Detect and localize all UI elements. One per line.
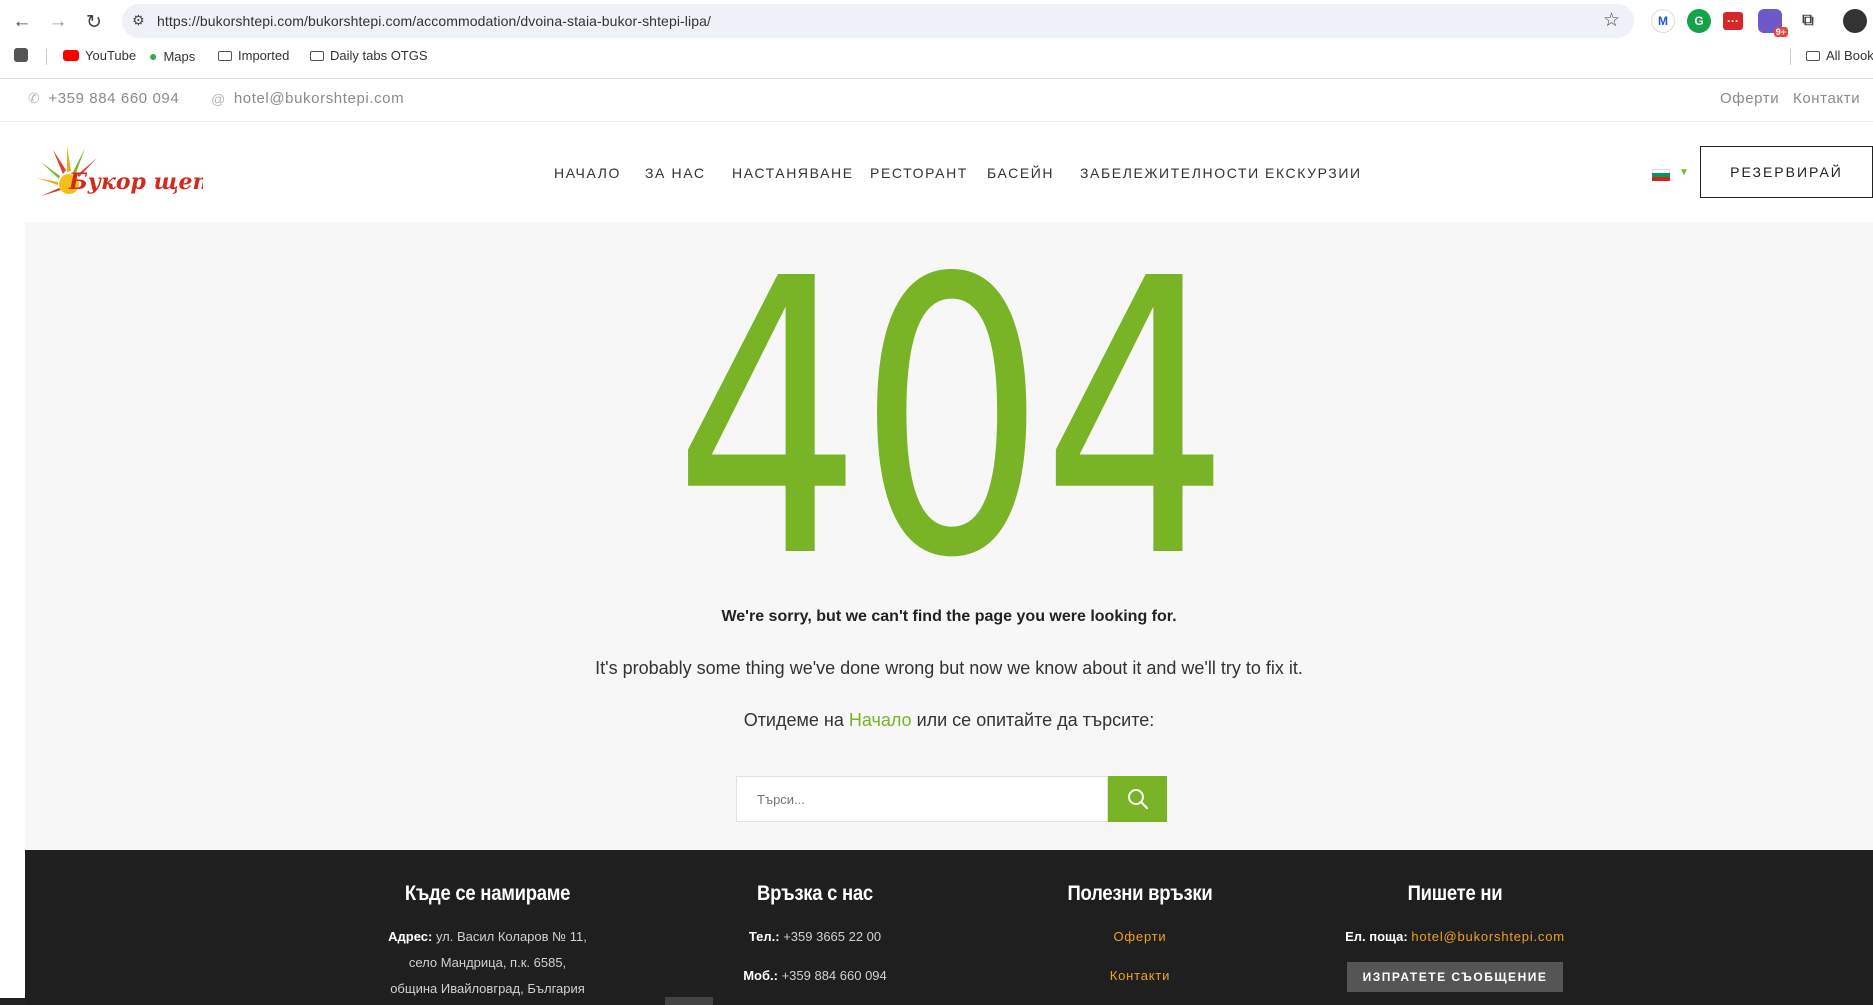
youtube-icon bbox=[63, 50, 79, 61]
extensions-puzzle-icon[interactable]: ⧉ bbox=[1796, 9, 1820, 33]
nav-item-restaurant[interactable]: РЕСТОРАНТ bbox=[870, 165, 968, 181]
footer-contact-title: Връзка с нас bbox=[757, 882, 873, 905]
bookmark-label: Daily tabs OTGS bbox=[330, 48, 428, 63]
email-text: hotel@bukorshtepi.com bbox=[233, 90, 405, 107]
address-line: община Ивайловград, България bbox=[390, 981, 585, 996]
bookmark-star-icon[interactable]: ☆ bbox=[1603, 9, 1620, 32]
explanation-message: It's probably some thing we've done wron… bbox=[595, 658, 1303, 678]
extension-red-icon[interactable]: ··· bbox=[1723, 12, 1743, 30]
offers-link[interactable]: Оферти bbox=[1720, 90, 1779, 107]
tel-label: Тел.: bbox=[748, 929, 780, 944]
footer-link-offers[interactable]: Оферти bbox=[1114, 929, 1167, 944]
logo-text: Букор щепи bbox=[68, 169, 203, 195]
nav-item-accommodation[interactable]: НАСТАНЯВАНЕ bbox=[732, 165, 854, 181]
bulgarian-flag-icon[interactable] bbox=[1652, 169, 1670, 181]
folder-icon bbox=[310, 50, 324, 61]
scroll-handle[interactable] bbox=[665, 997, 713, 1005]
all-bookmarks[interactable]: All Bookmarks bbox=[1806, 48, 1873, 63]
folder-icon bbox=[1806, 50, 1820, 61]
site-logo[interactable]: Букор щепи bbox=[33, 142, 203, 204]
nav-item-excursions[interactable]: ЕКСКУРЗИИ bbox=[1265, 165, 1362, 181]
site-info-icon[interactable]: ⚙ bbox=[132, 12, 145, 29]
language-dropdown-icon[interactable]: ▼ bbox=[1679, 167, 1689, 178]
search-form bbox=[736, 776, 1167, 822]
grammarly-icon[interactable]: G bbox=[1687, 9, 1711, 33]
contacts-link[interactable]: Контакти bbox=[1793, 90, 1860, 107]
at-icon: @ bbox=[211, 90, 226, 107]
email-label: Ел. поща: bbox=[1345, 929, 1412, 944]
apps-icon[interactable] bbox=[14, 48, 28, 62]
forward-icon[interactable]: → bbox=[44, 8, 72, 36]
phone-text: +359 884 660 094 bbox=[48, 90, 180, 107]
reload-icon[interactable]: ↻ bbox=[80, 8, 108, 36]
search-icon bbox=[1127, 789, 1148, 810]
nav-item-home[interactable]: НАЧАЛО bbox=[554, 165, 621, 181]
address-line: село Мандрица, п.к. 6585, bbox=[408, 955, 567, 970]
url-text[interactable]: https://bukorshtepi.com/bukorshtepi.com/… bbox=[157, 13, 711, 29]
topbar-link-offers[interactable]: Оферти bbox=[1720, 90, 1779, 107]
goto-message: Отидеме на Начало или се опитайте да тър… bbox=[25, 710, 1873, 731]
footer-link-contacts[interactable]: Контакти bbox=[1110, 968, 1170, 983]
phone-icon: ✆ bbox=[28, 90, 41, 106]
all-bookmarks-label: All Bookmarks bbox=[1826, 48, 1873, 63]
nav-item-sights[interactable]: ЗАБЕЛЕЖИТЕЛНОСТИ bbox=[1080, 165, 1260, 181]
footer-location: Къде се намираме Адрес: ул. Васил Коларо… bbox=[365, 882, 610, 1002]
footer-links-title: Полезни връзки bbox=[1067, 882, 1213, 905]
home-link[interactable]: Начало bbox=[849, 710, 912, 730]
search-button[interactable] bbox=[1108, 776, 1167, 822]
tel-value[interactable]: +359 3665 22 00 bbox=[780, 929, 881, 944]
nav-item-about[interactable]: ЗА НАС bbox=[645, 165, 706, 181]
extension-badge-icon[interactable]: 9+ bbox=[1758, 9, 1788, 37]
bookmark-daily-tabs[interactable]: Daily tabs OTGS bbox=[310, 48, 428, 63]
site-footer: Къде се намираме Адрес: ул. Васил Коларо… bbox=[25, 850, 1873, 1005]
top-info-bar: ✆ +359 884 660 094 @ hotel@bukorshtepi.c… bbox=[0, 79, 1873, 122]
address-line: ул. Васил Коларов № 11, bbox=[432, 929, 587, 944]
goto-prefix: Отидеме на bbox=[743, 710, 849, 730]
footer-write: Пишете ни Ел. поща: hotel@bukorshtepi.co… bbox=[1325, 882, 1585, 992]
error-code: 404 bbox=[673, 198, 1230, 641]
left-edge-strip bbox=[0, 998, 25, 1005]
footer-location-title: Къде се намираме bbox=[404, 882, 571, 905]
address-bar[interactable]: ⚙ https://bukorshtepi.com/bukorshtepi.co… bbox=[122, 4, 1634, 38]
mob-label: Моб.: bbox=[743, 968, 778, 983]
reserve-button[interactable]: РЕЗЕРВИРАЙ bbox=[1700, 146, 1873, 198]
browser-chrome: ← → ↻ ⚙ https://bukorshtepi.com/bukorsht… bbox=[0, 0, 1873, 79]
bookmarks-bar: YouTube ● Maps Imported Daily tabs OTGS … bbox=[0, 44, 1873, 70]
maps-pin-icon: ● bbox=[149, 48, 158, 64]
error-content: 404 We're sorry, but we can't find the p… bbox=[25, 222, 1873, 850]
bookmark-maps[interactable]: ● Maps bbox=[149, 48, 195, 64]
search-input[interactable] bbox=[736, 776, 1108, 822]
send-message-button[interactable]: ИЗПРАТЕТЕ СЪОБЩЕНИЕ bbox=[1347, 962, 1563, 992]
back-icon[interactable]: ← bbox=[8, 8, 36, 36]
footer-contact: Връзка с нас Тел.: +359 3665 22 00 Моб.:… bbox=[715, 882, 915, 989]
bookmark-youtube[interactable]: YouTube bbox=[63, 48, 136, 63]
bookmark-imported[interactable]: Imported bbox=[218, 48, 289, 63]
mob-value[interactable]: +359 884 660 094 bbox=[778, 968, 887, 983]
folder-icon bbox=[218, 50, 232, 61]
bookmark-label: YouTube bbox=[85, 48, 137, 63]
topbar-link-contacts[interactable]: Контакти bbox=[1793, 90, 1860, 107]
email-contact[interactable]: @ hotel@bukorshtepi.com bbox=[211, 90, 404, 107]
nav-item-pool[interactable]: БАСЕЙН bbox=[987, 165, 1054, 181]
extension-badge: 9+ bbox=[1773, 27, 1788, 37]
footer-email-link[interactable]: hotel@bukorshtepi.com bbox=[1411, 929, 1565, 944]
phone-contact[interactable]: ✆ +359 884 660 094 bbox=[28, 90, 179, 107]
bookmark-label: Maps bbox=[163, 48, 196, 64]
footer-write-title: Пишете ни bbox=[1407, 882, 1503, 905]
footer-links: Полезни връзки Оферти Контакти bbox=[1040, 882, 1240, 989]
bookmark-label: Imported bbox=[238, 48, 290, 63]
goto-suffix: или се опитайте да търсите: bbox=[911, 710, 1155, 730]
sorry-message: We're sorry, but we can't find the page … bbox=[721, 608, 1177, 625]
profile-avatar[interactable] bbox=[1843, 9, 1867, 33]
extension-m-icon[interactable]: M bbox=[1651, 9, 1675, 33]
address-label: Адрес: bbox=[388, 929, 433, 944]
